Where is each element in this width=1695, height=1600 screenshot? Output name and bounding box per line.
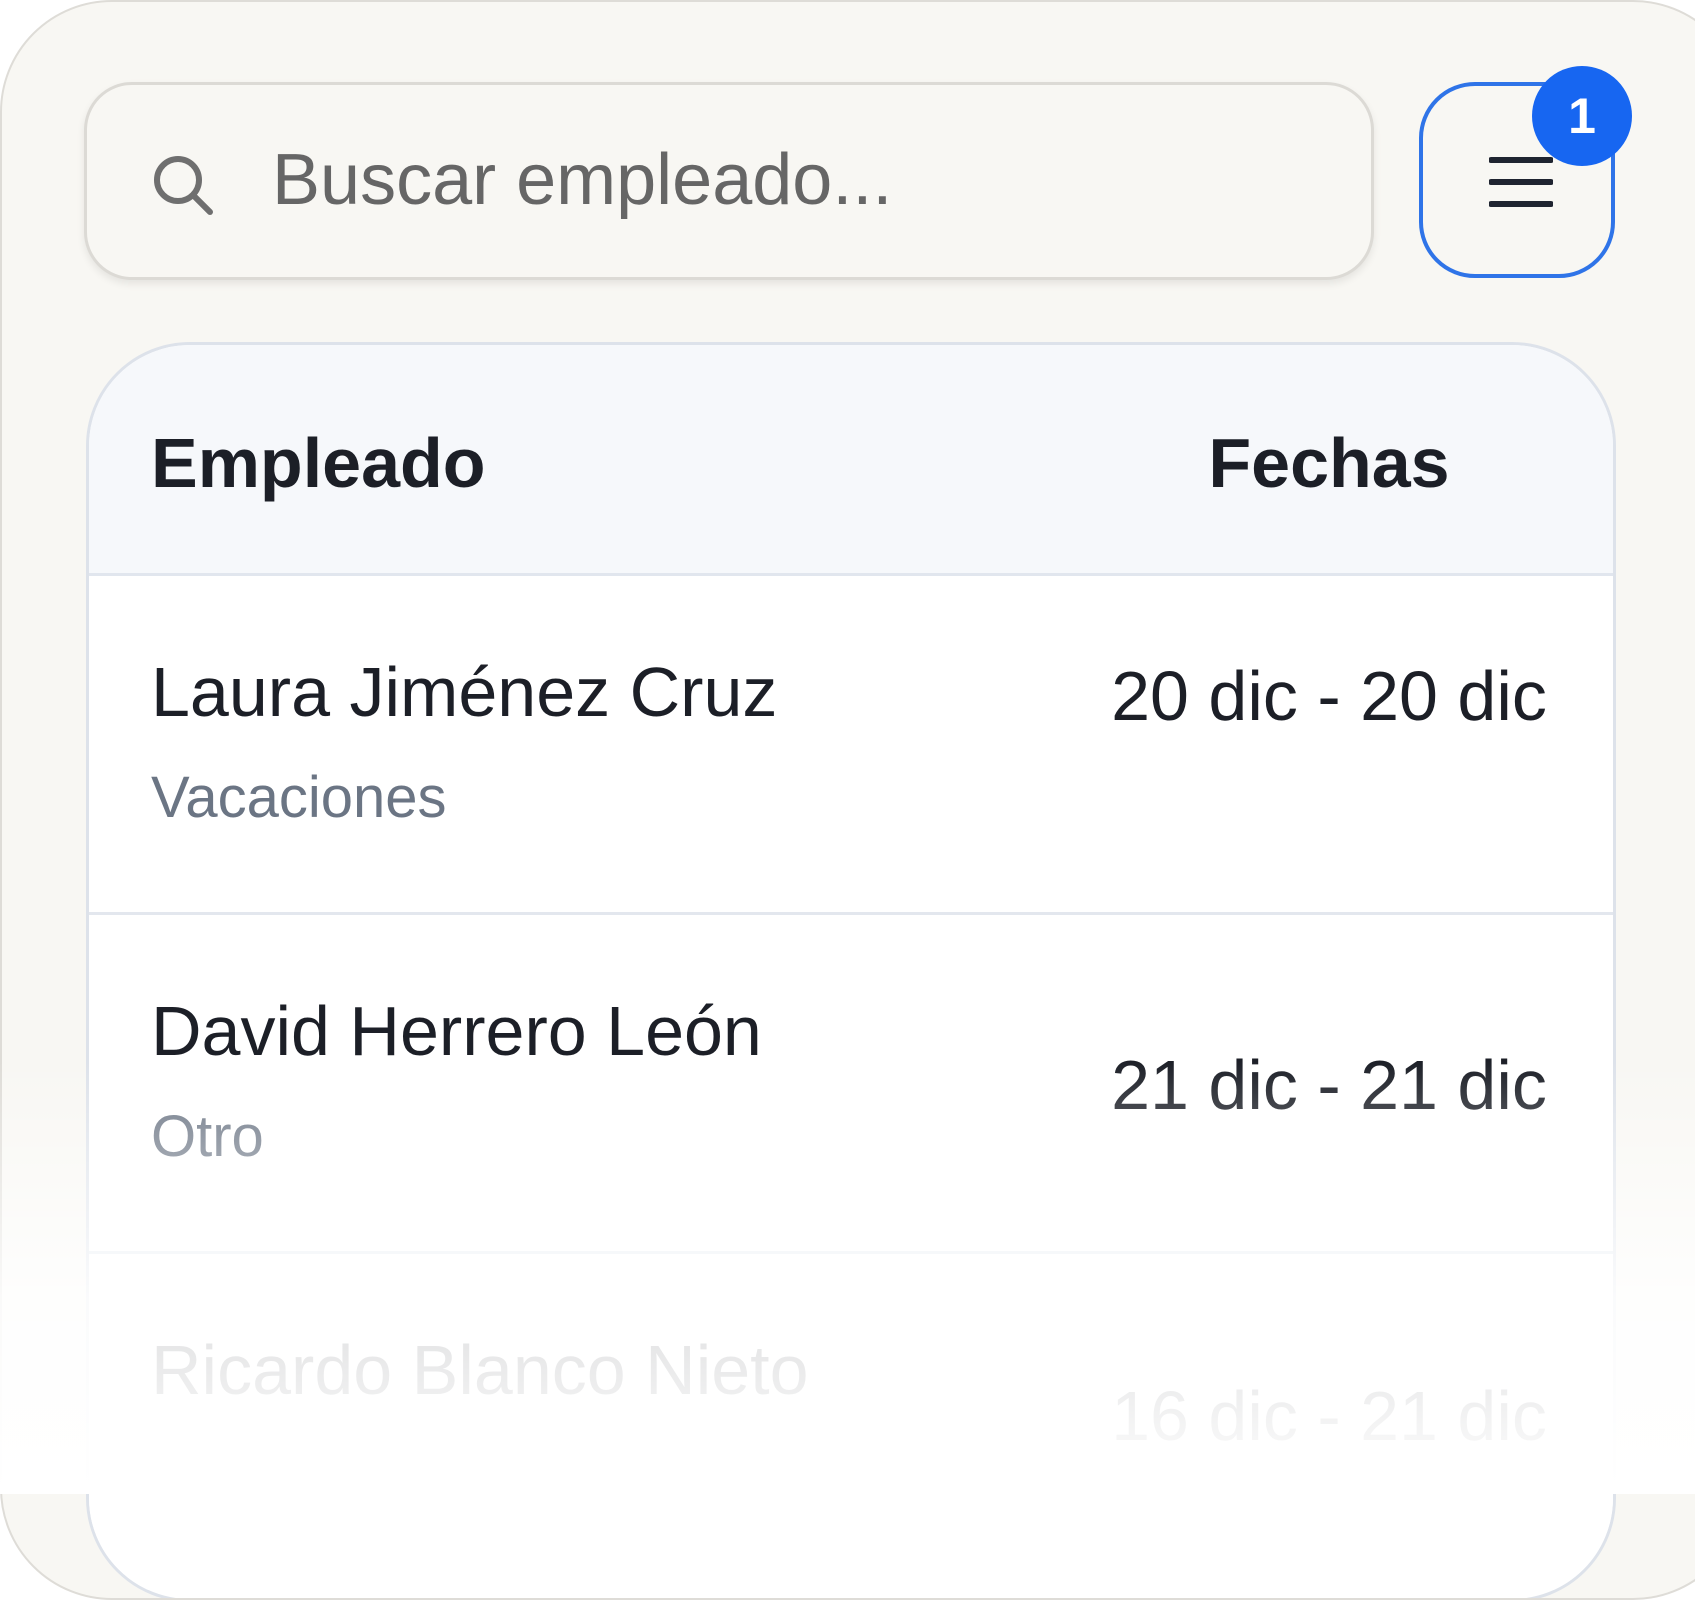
employee-name: David Herrero León xyxy=(151,992,762,1070)
table-row[interactable]: Ricardo Blanco Nieto 16 dic - 21 dic xyxy=(89,1254,1613,1590)
filter-count-badge: 1 xyxy=(1532,66,1632,166)
table-row[interactable]: David Herrero León Otro 21 dic - 21 dic xyxy=(89,915,1613,1254)
employee-name: Laura Jiménez Cruz xyxy=(151,653,778,731)
absence-type: Vacaciones xyxy=(151,765,447,830)
search-box[interactable] xyxy=(84,82,1374,280)
search-input[interactable] xyxy=(272,115,1322,245)
absence-table: Empleado Fechas Laura Jiménez Cruz Vacac… xyxy=(86,342,1616,1598)
date-range: 21 dic - 21 dic xyxy=(1111,1046,1547,1124)
date-range: 20 dic - 20 dic xyxy=(1111,657,1547,735)
dates-column-header: Fechas xyxy=(1208,424,1450,502)
absence-type: Otro xyxy=(151,1104,264,1169)
table-header: Empleado Fechas xyxy=(89,345,1613,576)
employee-column-header: Empleado xyxy=(151,424,486,502)
search-icon xyxy=(154,156,213,215)
table-row[interactable]: Laura Jiménez Cruz Vacaciones 20 dic - 2… xyxy=(89,576,1613,915)
date-range: 16 dic - 21 dic xyxy=(1111,1377,1547,1455)
mobile-card-frame: 1 Empleado Fechas Laura Jiménez Cruz Vac… xyxy=(0,0,1695,1600)
menu-icon xyxy=(1489,157,1553,207)
employee-name: Ricardo Blanco Nieto xyxy=(151,1331,809,1409)
